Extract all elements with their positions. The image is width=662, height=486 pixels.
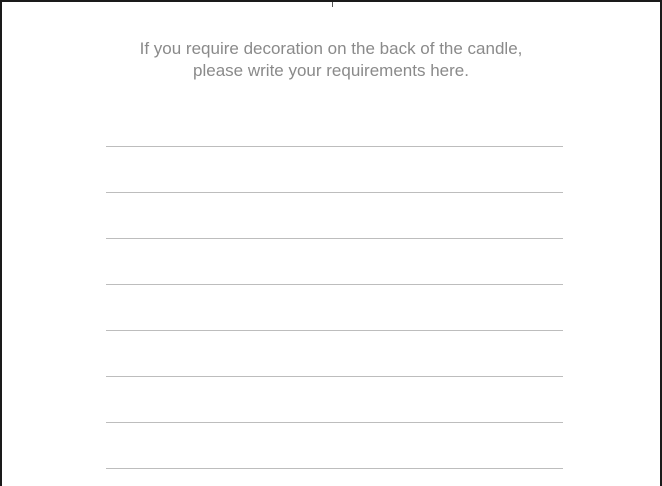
- writing-line: [106, 422, 563, 423]
- writing-line: [106, 146, 563, 147]
- instructions-text: If you require decoration on the back of…: [2, 38, 660, 82]
- form-panel: If you require decoration on the back of…: [0, 0, 662, 486]
- crop-mark: [332, 2, 333, 7]
- writing-line: [106, 330, 563, 331]
- requirements-writing-area[interactable]: [106, 123, 563, 473]
- writing-line: [106, 192, 563, 193]
- writing-line: [106, 284, 563, 285]
- writing-line: [106, 376, 563, 377]
- writing-line: [106, 468, 563, 469]
- writing-line: [106, 238, 563, 239]
- instructions-line-2: please write your requirements here.: [193, 61, 469, 80]
- instructions-line-1: If you require decoration on the back of…: [139, 39, 523, 58]
